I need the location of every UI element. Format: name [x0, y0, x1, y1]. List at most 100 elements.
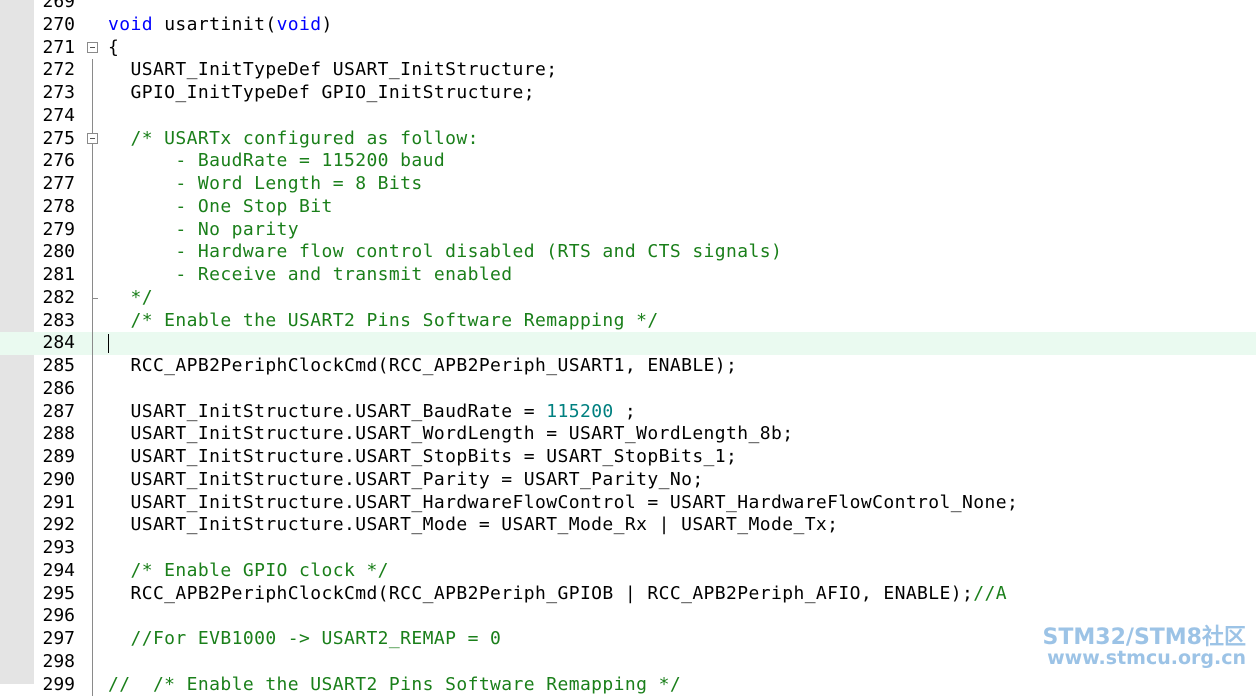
code-line[interactable]: 284	[0, 332, 1256, 355]
code-text[interactable]: USART_InitStructure.USART_Parity = USART…	[108, 469, 704, 492]
code-line[interactable]: 295 RCC_APB2PeriphClockCmd(RCC_APB2Perip…	[0, 583, 1256, 606]
code-text[interactable]: USART_InitStructure.USART_HardwareFlowCo…	[108, 492, 1018, 515]
code-line[interactable]: 274	[0, 105, 1256, 128]
code-line[interactable]: 279 - No parity	[0, 219, 1256, 242]
fold-guide	[92, 241, 93, 264]
code-line[interactable]: 286	[0, 378, 1256, 401]
code-text[interactable]: USART_InitStructure.USART_Mode = USART_M…	[108, 514, 838, 537]
comment-token: // /* Enable the USART2 Pins Software Re…	[108, 674, 681, 695]
fold-guide	[92, 514, 93, 537]
line-number: 269	[34, 0, 75, 14]
fold-guide	[92, 583, 93, 606]
comment-token: - Receive and transmit enabled	[108, 264, 513, 285]
code-token: USART_InitStructure.USART_BaudRate =	[108, 401, 546, 422]
code-line[interactable]: 291 USART_InitStructure.USART_HardwareFl…	[0, 492, 1256, 515]
code-text[interactable]: {	[108, 37, 119, 60]
comment-token: - Hardware flow control disabled (RTS an…	[108, 241, 782, 262]
code-text[interactable]: RCC_APB2PeriphClockCmd(RCC_APB2Periph_US…	[108, 355, 737, 378]
code-line[interactable]: 293	[0, 537, 1256, 560]
comment-token: //A	[973, 583, 1007, 604]
code-text[interactable]: USART_InitStructure.USART_BaudRate = 115…	[108, 401, 636, 424]
line-number: 280	[34, 241, 75, 264]
fold-guide	[92, 423, 93, 446]
code-line[interactable]: 272 USART_InitTypeDef USART_InitStructur…	[0, 59, 1256, 82]
line-number: 287	[34, 401, 75, 424]
code-line[interactable]: 280 - Hardware flow control disabled (RT…	[0, 241, 1256, 264]
line-number: 270	[34, 14, 75, 37]
fold-guide	[92, 219, 93, 242]
code-text[interactable]: /* Enable the USART2 Pins Software Remap…	[108, 310, 659, 333]
code-line[interactable]: 269	[0, 0, 1256, 14]
code-line[interactable]: 290 USART_InitStructure.USART_Parity = U…	[0, 469, 1256, 492]
code-line[interactable]: 271 {	[0, 37, 1256, 60]
line-number: 292	[34, 514, 75, 537]
code-line[interactable]: 273 GPIO_InitTypeDef GPIO_InitStructure;	[0, 82, 1256, 105]
fold-guide	[92, 651, 93, 674]
line-number: 278	[34, 196, 75, 219]
line-number: 288	[34, 423, 75, 446]
code-text[interactable]: void usartinit(void)	[108, 14, 333, 37]
code-text[interactable]: // /* Enable the USART2 Pins Software Re…	[108, 674, 681, 696]
fold-end-marker	[92, 298, 98, 299]
code-token: USART_InitStructure.USART_WordLength = U…	[108, 423, 793, 444]
comment-token: - One Stop Bit	[108, 196, 333, 217]
fold-guide	[92, 59, 93, 82]
code-text[interactable]: GPIO_InitTypeDef GPIO_InitStructure;	[108, 82, 535, 105]
fold-guide	[92, 628, 93, 651]
fold-guide	[92, 332, 93, 355]
code-line[interactable]: 287 USART_InitStructure.USART_BaudRate =…	[0, 401, 1256, 424]
code-text[interactable]: - One Stop Bit	[108, 196, 333, 219]
code-line[interactable]: 275 /* USARTx configured as follow:	[0, 128, 1256, 151]
code-line[interactable]: 283 /* Enable the USART2 Pins Software R…	[0, 310, 1256, 333]
code-line[interactable]: 281 - Receive and transmit enabled	[0, 264, 1256, 287]
code-line[interactable]: 288 USART_InitStructure.USART_WordLength…	[0, 423, 1256, 446]
comment-token: - Word Length = 8 Bits	[108, 173, 423, 194]
code-text[interactable]: - Receive and transmit enabled	[108, 264, 513, 287]
comment-token: /* USARTx configured as follow:	[108, 128, 479, 149]
code-line[interactable]: 278 - One Stop Bit	[0, 196, 1256, 219]
line-number: 289	[34, 446, 75, 469]
code-editor[interactable]: 269270 void usartinit(void) 271 {272 USART_…	[0, 0, 1256, 684]
fold-guide	[92, 446, 93, 469]
code-line[interactable]: 299// /* Enable the USART2 Pins Software…	[0, 674, 1256, 696]
fold-guide	[92, 605, 93, 628]
code-line[interactable]: 277 - Word Length = 8 Bits	[0, 173, 1256, 196]
line-number: 295	[34, 583, 75, 606]
code-line[interactable]: 285 RCC_APB2PeriphClockCmd(RCC_APB2Perip…	[0, 355, 1256, 378]
code-line[interactable]: 270 void usartinit(void)	[0, 14, 1256, 37]
comment-token: //For EVB1000 -> USART2_REMAP = 0	[108, 628, 501, 649]
code-text[interactable]: /* USARTx configured as follow:	[108, 128, 479, 151]
code-line[interactable]: 289 USART_InitStructure.USART_StopBits =…	[0, 446, 1256, 469]
fold-guide	[92, 173, 93, 196]
line-number: 291	[34, 492, 75, 515]
code-token: RCC_APB2PeriphClockCmd(RCC_APB2Periph_US…	[108, 355, 737, 376]
code-text[interactable]: RCC_APB2PeriphClockCmd(RCC_APB2Periph_GP…	[108, 583, 1007, 606]
fold-guide	[92, 560, 93, 583]
code-text[interactable]: - Word Length = 8 Bits	[108, 173, 423, 196]
fold-guide	[92, 469, 93, 492]
fold-guide	[92, 310, 93, 333]
code-text[interactable]: //For EVB1000 -> USART2_REMAP = 0	[108, 628, 501, 651]
code-text[interactable]: USART_InitTypeDef USART_InitStructure;	[108, 59, 557, 82]
code-text[interactable]: - BaudRate = 115200 baud	[108, 150, 445, 173]
code-token: usartinit(	[153, 14, 277, 35]
code-text[interactable]: - No parity	[108, 219, 299, 242]
fold-guide	[92, 401, 93, 424]
line-number: 271	[34, 37, 75, 60]
code-line[interactable]: 292 USART_InitStructure.USART_Mode = USA…	[0, 514, 1256, 537]
fold-guide	[92, 150, 93, 173]
code-line[interactable]: 294 /* Enable GPIO clock */	[0, 560, 1256, 583]
code-text[interactable]: USART_InitStructure.USART_WordLength = U…	[108, 423, 793, 446]
line-number: 294	[34, 560, 75, 583]
code-text[interactable]: - Hardware flow control disabled (RTS an…	[108, 241, 782, 264]
fold-toggle-icon[interactable]	[87, 42, 98, 53]
code-text[interactable]: /* Enable GPIO clock */	[108, 560, 389, 583]
code-text[interactable]: USART_InitStructure.USART_StopBits = USA…	[108, 446, 737, 469]
fold-toggle-icon[interactable]	[87, 133, 98, 144]
fold-guide	[92, 537, 93, 560]
code-line[interactable]: 276 - BaudRate = 115200 baud	[0, 150, 1256, 173]
fold-guide	[92, 355, 93, 378]
code-text[interactable]: */	[108, 287, 153, 310]
code-token: USART_InitStructure.USART_StopBits = USA…	[108, 446, 737, 467]
code-line[interactable]: 282 */	[0, 287, 1256, 310]
